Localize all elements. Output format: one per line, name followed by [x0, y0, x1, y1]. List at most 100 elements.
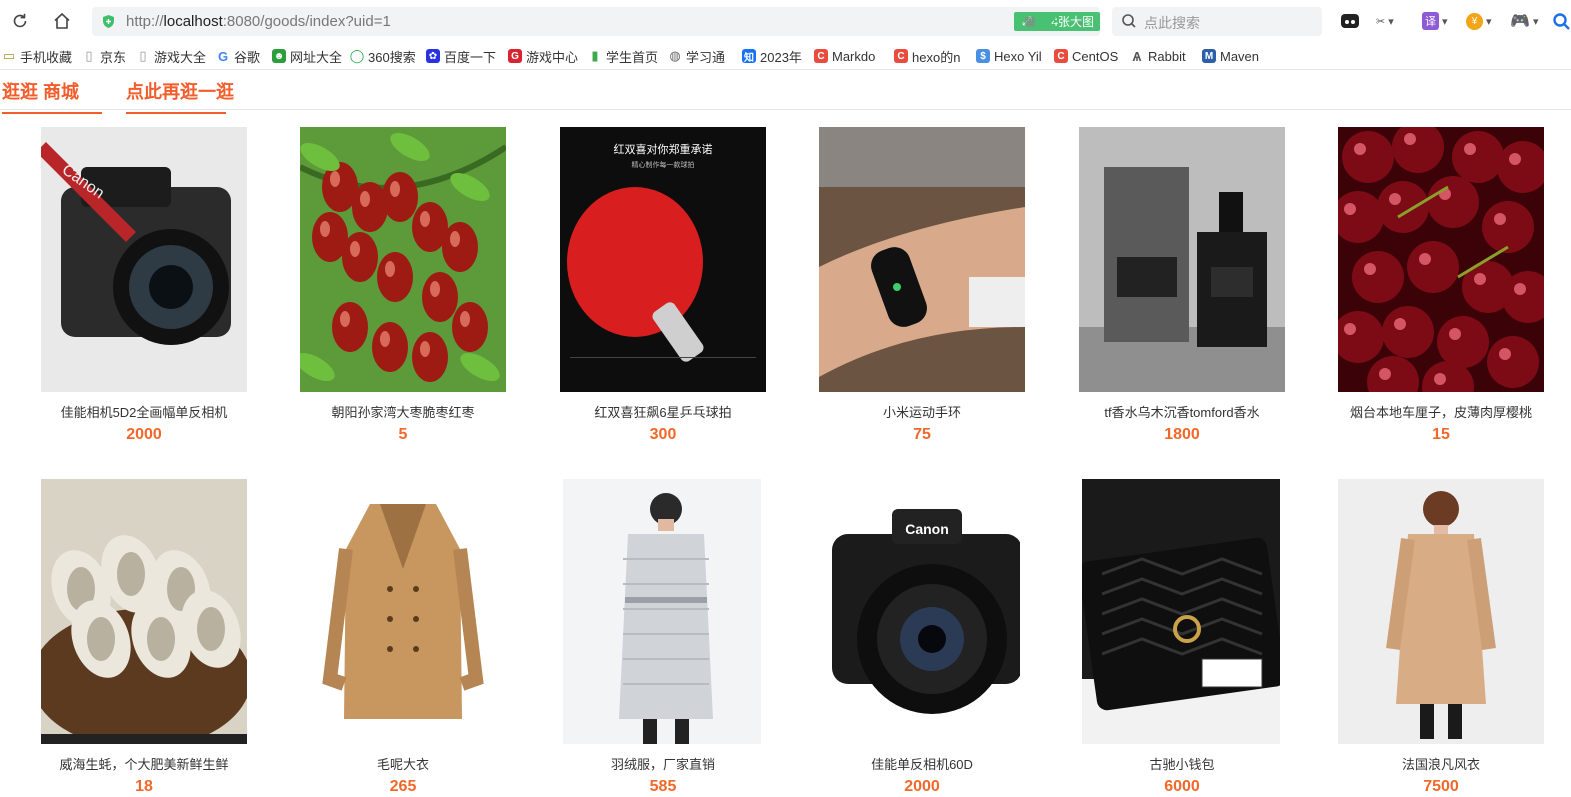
scissors-icon[interactable]: ✂ ▾: [1376, 11, 1394, 31]
product-image[interactable]: 红双喜对你郑重承诺 精心制作每一款球拍: [560, 127, 766, 392]
product-image[interactable]: Canon: [41, 127, 247, 392]
product-card[interactable]: tf香水乌木沉香tomford香水 1800: [1079, 127, 1285, 443]
bookmark-item[interactable]: C CentOS: [1054, 47, 1118, 65]
store-nav: 逛逛 商城 点此再逛一逛: [0, 70, 1571, 114]
browse-again-link[interactable]: 点此再逛一逛: [126, 78, 234, 114]
bookmark-item[interactable]: ☻ 网址大全: [272, 47, 342, 65]
bookmark-item[interactable]: ▯ 游戏大全: [136, 47, 206, 65]
product-name[interactable]: 佳能相机5D2全画幅单反相机: [1, 402, 287, 421]
product-name[interactable]: 烟台本地车厘子，皮薄肉厚樱桃: [1298, 402, 1571, 421]
svg-text:精心制作每一款球拍: 精心制作每一款球拍: [632, 160, 695, 169]
url-text[interactable]: http://localhost:8080/goods/index?uid=1: [126, 13, 391, 30]
product-card[interactable]: 威海生蚝，个大肥美新鲜生鲜 18: [41, 479, 247, 795]
product-price: 265: [389, 778, 417, 795]
bookmark-item[interactable]: $ Hexo Yil: [976, 47, 1042, 65]
bookmark-item[interactable]: M Maven: [1202, 47, 1266, 65]
bookmarks-bar: ▭ 手机收藏夹 ▯ 京东 ▯ 游戏大全 G 谷歌 ☻ 网址大全 ◯360搜索 ✿ 百度一下 G 游戏中心 ▮ 学…: [0, 42, 1571, 70]
maven-icon: M: [1202, 49, 1216, 63]
product-name[interactable]: 朝阳孙家湾大枣脆枣红枣: [260, 402, 546, 421]
product-card[interactable]: 烟台本地车厘子，皮薄肉厚樱桃 15: [1338, 127, 1544, 443]
product-image[interactable]: Canon: [822, 479, 1020, 744]
svg-text:Canon: Canon: [905, 521, 949, 537]
chevron-down-icon[interactable]: ⌄: [1072, 13, 1088, 29]
search-icon: [1122, 14, 1136, 28]
bookmark-label: 学生首页: [606, 49, 659, 65]
product-name[interactable]: 毛呢大衣: [260, 754, 546, 773]
product-card[interactable]: 毛呢大衣 265: [300, 479, 506, 795]
search-extension-icon[interactable]: [1552, 11, 1570, 31]
product-name[interactable]: 法国浪凡风衣: [1298, 754, 1571, 773]
hao360-icon: ☻: [272, 49, 286, 63]
bookmark-label: 京东: [100, 49, 127, 65]
bookmark-item[interactable]: Ѧ Rabbit: [1130, 47, 1190, 65]
product-name[interactable]: 威海生蚝，个大肥美新鲜生鲜: [1, 754, 287, 773]
globe-icon: ◍: [669, 48, 681, 63]
zhihu-icon: 知: [742, 49, 756, 64]
browser-toolbar: http://localhost:8080/goods/index?uid=1 …: [0, 0, 1571, 42]
product-card[interactable]: 小米运动手环 75: [819, 127, 1025, 443]
bookmark-item[interactable]: Chexo的n: [894, 47, 964, 65]
product-image[interactable]: [819, 127, 1025, 392]
bookmark-label: hexo的n: [912, 49, 961, 65]
product-card[interactable]: 古驰小钱包 6000: [1079, 479, 1285, 795]
lightning-icon[interactable]: ⚡: [1047, 13, 1063, 29]
bookmark-item[interactable]: 知 2023年: [742, 47, 804, 65]
bookmark-item[interactable]: ◯ 360搜索: [350, 47, 420, 65]
product-card[interactable]: 红双喜对你郑重承诺 精心制作每一款球拍 红双喜狂飙6星乒乓球拍 300: [560, 127, 766, 443]
product-price: 1800: [1164, 426, 1200, 443]
product-image[interactable]: [300, 479, 506, 744]
bookmark-item[interactable]: ▭ 手机收藏夹: [2, 47, 72, 65]
folder-icon: ▭: [2, 48, 16, 63]
page-icon: ▯: [85, 48, 93, 63]
rabbit-icon: Ѧ: [1132, 48, 1142, 64]
product-image[interactable]: [1338, 127, 1544, 392]
address-bar[interactable]: http://localhost:8080/goods/index?uid=1 …: [92, 7, 1100, 36]
product-name[interactable]: 佳能单反相机60D: [779, 754, 1065, 773]
extension-game-icon[interactable]: [1340, 11, 1360, 31]
product-name[interactable]: 古驰小钱包: [1039, 754, 1325, 773]
product-card[interactable]: 朝阳孙家湾大枣脆枣红枣 5: [300, 127, 506, 443]
bookmark-item[interactable]: G 游戏中心: [508, 47, 578, 65]
bookmark-item[interactable]: ✿ 百度一下: [426, 47, 498, 65]
product-name[interactable]: tf香水乌木沉香tomford香水: [1039, 402, 1325, 421]
secure-shield-icon: [103, 15, 114, 28]
product-card[interactable]: 羽绒服，厂家直销 585: [560, 479, 766, 795]
gamepad-icon[interactable]: 🎮 ▾: [1510, 11, 1539, 31]
product-image[interactable]: [41, 479, 247, 744]
bookmark-label: 游戏大全: [154, 49, 206, 65]
bookmark-label: Maven: [1220, 48, 1260, 64]
store-home-link[interactable]: 逛逛 商城: [2, 78, 102, 114]
wallet-extension-icon[interactable]: ¥ ▾: [1466, 11, 1492, 31]
product-name[interactable]: 小米运动手环: [779, 402, 1065, 421]
search-box[interactable]: 点此搜索: [1112, 7, 1322, 36]
reload-icon: [13, 13, 27, 28]
bookmark-item[interactable]: C Markdo: [814, 47, 876, 65]
bookmark-item[interactable]: G 谷歌: [216, 47, 264, 65]
product-image[interactable]: [300, 127, 506, 392]
bookmark-label: 网址大全: [290, 49, 342, 65]
bookmark-item[interactable]: ◍ 学习通: [668, 47, 730, 65]
product-card[interactable]: Canon 佳能相机5D2全画幅单反相机 2000: [41, 127, 247, 443]
product-image[interactable]: [563, 479, 761, 744]
bookmark-label: Markdo: [832, 48, 876, 64]
bookmark-label: 百度一下: [444, 49, 497, 65]
bookmark-label: 谷歌: [234, 49, 261, 65]
product-name[interactable]: 羽绒服，厂家直销: [520, 754, 806, 773]
csdn-icon: C: [814, 49, 828, 63]
qr-code-icon[interactable]: ▦: [1022, 13, 1038, 29]
reload-button[interactable]: [8, 9, 32, 33]
product-image[interactable]: [1338, 479, 1544, 744]
bookmark-item[interactable]: ▯ 京东: [82, 47, 130, 65]
product-card[interactable]: Canon 佳能单反相机60D 2000: [819, 479, 1025, 795]
product-name[interactable]: 红双喜狂飙6星乒乓球拍: [520, 402, 806, 421]
product-card[interactable]: 法国浪凡风衣 7500: [1338, 479, 1544, 795]
csdn-icon: C: [1054, 49, 1068, 63]
google-icon: G: [217, 48, 229, 64]
translate-icon[interactable]: 译 ▾: [1422, 11, 1448, 31]
product-price: 7500: [1423, 778, 1459, 795]
home-button[interactable]: [50, 9, 74, 33]
product-image[interactable]: [1082, 479, 1280, 744]
product-price: 2000: [126, 426, 162, 443]
product-image[interactable]: [1079, 127, 1285, 392]
bookmark-item[interactable]: ▮ 学生首页: [588, 47, 660, 65]
